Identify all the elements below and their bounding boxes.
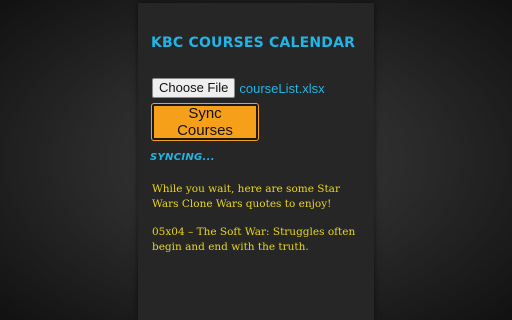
sync-status-text: SYNCING... [150, 152, 215, 163]
selected-file-name: courseList.xlsx [239, 80, 325, 96]
quote-block: While you wait, here are some Star Wars … [152, 182, 367, 268]
quote-text: 05x04 – The Soft War: Struggles often be… [152, 226, 356, 253]
file-picker: Choose File courseList.xlsx [152, 78, 325, 98]
popup-panel: KBC COURSES CALENDAR Choose File courseL… [138, 3, 374, 320]
sync-courses-button[interactable]: Sync Courses [151, 103, 259, 141]
choose-file-button[interactable]: Choose File [152, 78, 236, 98]
quote-intro: While you wait, here are some Star Wars … [152, 183, 340, 210]
page-title: KBC COURSES CALENDAR [151, 35, 356, 51]
